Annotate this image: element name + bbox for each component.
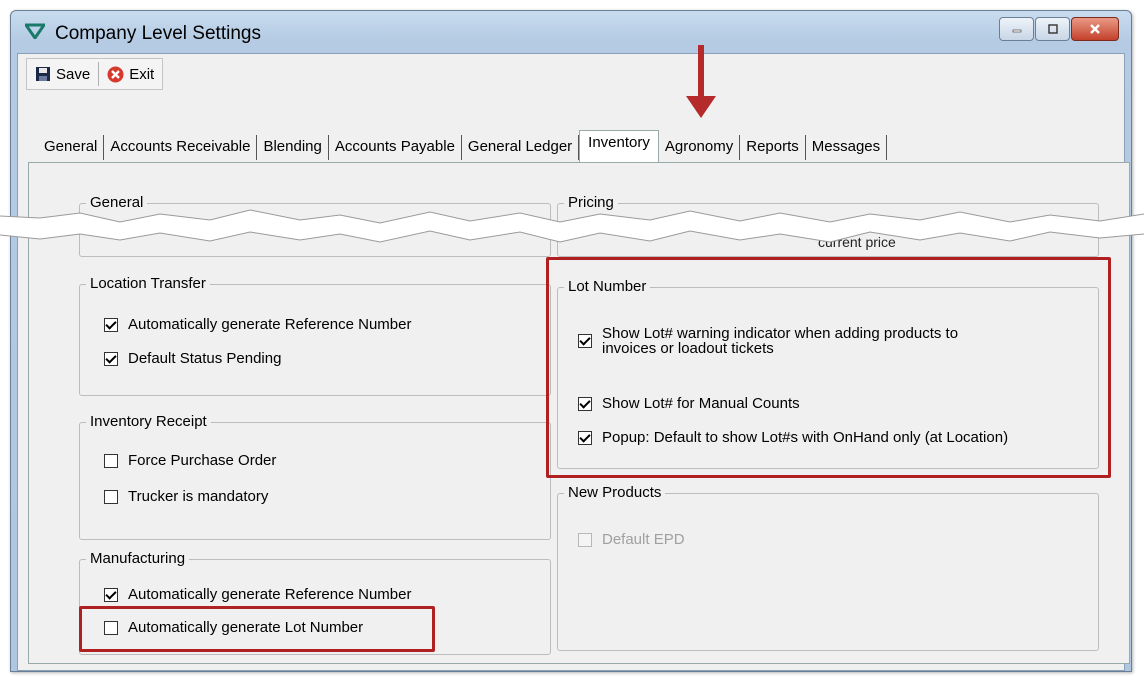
checkbox-box[interactable] bbox=[104, 588, 118, 602]
default-epd-checkbox[interactable]: Default EPD bbox=[578, 531, 685, 548]
maximize-button[interactable] bbox=[1035, 17, 1070, 41]
tab-strip: General Accounts Receivable Blending Acc… bbox=[38, 130, 888, 163]
title-bar[interactable]: Company Level Settings bbox=[11, 11, 1131, 53]
manufacturing-title: Manufacturing bbox=[86, 550, 190, 567]
minimize-icon bbox=[1012, 29, 1021, 33]
window-controls bbox=[999, 17, 1119, 41]
checkbox-label: Default EPD bbox=[602, 531, 685, 548]
close-button[interactable] bbox=[1071, 17, 1119, 41]
inventory-receipt-title: Inventory Receipt bbox=[86, 413, 211, 430]
trucker-mandatory-checkbox[interactable]: Trucker is mandatory bbox=[104, 488, 268, 505]
checkbox-label: Automatically generate Reference Number bbox=[128, 316, 412, 333]
checkbox-box[interactable] bbox=[104, 490, 118, 504]
tab-accounts-receivable[interactable]: Accounts Receivable bbox=[104, 135, 258, 160]
tab-blending[interactable]: Blending bbox=[257, 135, 329, 160]
checkbox-box[interactable] bbox=[104, 352, 118, 366]
location-transfer-group: Location Transfer Automatically generate… bbox=[79, 275, 551, 396]
auto-lot-number-highlight bbox=[79, 606, 435, 652]
exit-button[interactable]: Exit bbox=[99, 60, 162, 88]
checkbox-label: Trucker is mandatory bbox=[128, 488, 269, 505]
default-status-pending-checkbox[interactable]: Default Status Pending bbox=[104, 350, 281, 367]
tab-general[interactable]: General bbox=[38, 135, 105, 160]
save-icon bbox=[36, 67, 50, 81]
checkbox-box[interactable] bbox=[578, 533, 592, 547]
exit-icon bbox=[107, 66, 124, 82]
inventory-receipt-group: Inventory Receipt Force Purchase Order T… bbox=[79, 413, 551, 540]
save-label: Save bbox=[56, 65, 91, 83]
force-purchase-order-checkbox[interactable]: Force Purchase Order bbox=[104, 452, 276, 469]
tab-messages[interactable]: Messages bbox=[806, 135, 888, 160]
maximize-icon bbox=[1047, 24, 1058, 34]
checkbox-label: Automatically generate Reference Number bbox=[128, 586, 412, 603]
tab-reports[interactable]: Reports bbox=[740, 135, 806, 160]
lot-number-highlight bbox=[546, 257, 1111, 478]
torn-paper-overlay bbox=[0, 209, 1144, 243]
toolbar: Save Exit bbox=[26, 58, 164, 90]
exit-label: Exit bbox=[129, 65, 155, 83]
checkbox-label: Default Status Pending bbox=[128, 350, 282, 367]
new-products-title: New Products bbox=[564, 484, 666, 501]
new-products-group: New Products Default EPD bbox=[557, 484, 1099, 651]
window-title: Company Level Settings bbox=[55, 23, 261, 44]
annotation-arrow-head bbox=[686, 96, 716, 118]
checkbox-label: Force Purchase Order bbox=[128, 452, 277, 469]
checkbox-box[interactable] bbox=[104, 454, 118, 468]
checkbox-box[interactable] bbox=[104, 318, 118, 332]
annotation-arrow-shaft bbox=[698, 45, 704, 97]
tab-agronomy[interactable]: Agronomy bbox=[659, 135, 741, 160]
tab-accounts-payable[interactable]: Accounts Payable bbox=[329, 135, 462, 160]
save-button[interactable]: Save bbox=[27, 60, 98, 88]
tab-inventory[interactable]: Inventory bbox=[579, 130, 659, 163]
manufacturing-auto-ref-checkbox[interactable]: Automatically generate Reference Number bbox=[104, 586, 411, 603]
tab-general-ledger[interactable]: General Ledger bbox=[462, 135, 580, 160]
close-icon bbox=[1090, 24, 1100, 34]
location-transfer-title: Location Transfer bbox=[86, 275, 210, 292]
app-logo-icon bbox=[25, 23, 45, 39]
location-auto-ref-checkbox[interactable]: Automatically generate Reference Number bbox=[104, 316, 411, 333]
minimize-button[interactable] bbox=[999, 17, 1034, 41]
